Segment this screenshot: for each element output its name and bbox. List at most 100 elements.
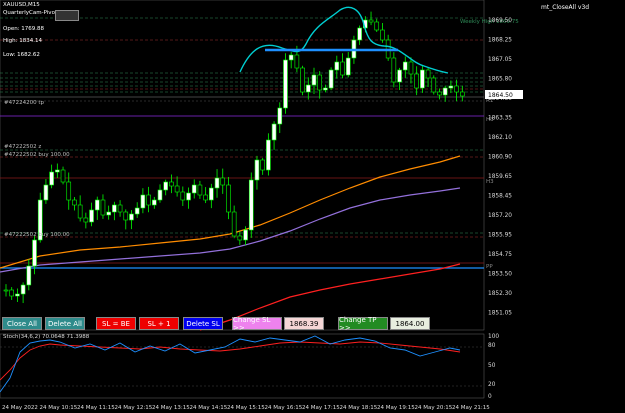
candle-body <box>243 229 248 241</box>
candle-body <box>454 85 459 93</box>
candle-body <box>197 184 203 196</box>
candle-body <box>66 181 72 201</box>
candle-body <box>317 74 323 91</box>
candle-body <box>32 239 37 267</box>
change-tp-button[interactable]: Change TP >> <box>338 316 388 332</box>
price-chart[interactable]: Weekly High 1869.75 R1 H3 H3 PP #4722250… <box>0 0 625 413</box>
candle-body <box>402 61 408 71</box>
candle-body <box>60 169 66 183</box>
candle-body <box>283 59 288 109</box>
price-tick-label: 1865.80 <box>488 77 512 83</box>
candle-body <box>83 217 89 223</box>
high-label: High: 1834.14 <box>3 38 42 44</box>
candle-body <box>311 74 317 86</box>
time-tick-label: 24 May 21:15 <box>452 405 490 411</box>
candle-body <box>448 85 454 89</box>
tp-value-field[interactable]: 1864.00 <box>390 317 430 330</box>
candle-body <box>391 57 397 83</box>
candle-body <box>368 19 374 23</box>
candle-body <box>43 184 49 201</box>
price-tick-label: 1869.50 <box>488 18 512 24</box>
candle-body <box>271 123 277 141</box>
candle-body <box>300 67 305 93</box>
candle-body <box>26 265 32 286</box>
candle-body <box>414 73 419 89</box>
candle-body <box>169 181 174 187</box>
current-price-label: 1864.50 <box>488 92 513 99</box>
time-tick-label: 24 May 16:15 <box>265 405 303 411</box>
candle-body <box>94 199 100 211</box>
candle-body <box>214 177 220 189</box>
indicator-button[interactable] <box>55 10 79 21</box>
time-tick-label: 24 May 19:15 <box>377 405 415 411</box>
candle-body <box>123 211 129 221</box>
price-tick-label: 1863.35 <box>488 116 512 122</box>
stoch-tick-label: 100 <box>488 334 499 340</box>
pp-label: PP <box>486 264 493 270</box>
price-axis: 1869.50 1868.25 1867.05 1865.80 1864.50 1863.… <box>488 18 512 317</box>
order-line-1: #47222502 z <box>4 144 41 150</box>
candle-body <box>248 179 254 231</box>
candle-body <box>157 189 163 201</box>
order-line-3: #47222502 buy 100.00 <box>4 232 70 238</box>
candle-body <box>459 91 465 97</box>
candle-body <box>9 289 15 297</box>
candle-body <box>345 57 351 76</box>
low-label: Low: 1682.62 <box>3 52 40 58</box>
delete-sl-button[interactable]: Delete SL <box>183 317 223 330</box>
time-tick-label: 24 May 15:15 <box>227 405 265 411</box>
candle-body <box>151 199 157 206</box>
price-tick-label: 1855.95 <box>488 233 512 239</box>
sl-value-field[interactable]: 1868.39 <box>284 317 324 330</box>
candle-body <box>431 77 437 93</box>
candle-body <box>77 204 83 219</box>
candle-body <box>328 69 334 89</box>
stoch-label: Stoch(34,6,2) 70.0648 71.3988 <box>3 334 90 340</box>
candle-body <box>254 159 260 181</box>
open-label: Open: 1769.88 <box>3 26 45 32</box>
candle-body <box>134 207 140 215</box>
sl-plus1-button[interactable]: SL + 1 <box>139 317 179 330</box>
candle-body <box>140 194 146 209</box>
time-tick-label: 24 May 20:15 <box>415 405 453 411</box>
candle-body <box>305 84 311 93</box>
candle-body <box>209 187 214 201</box>
price-tick-label: 1854.75 <box>488 252 512 258</box>
candle-body <box>203 194 208 201</box>
candle-body <box>20 284 26 295</box>
time-tick-label: 24 May 2022 <box>2 405 38 411</box>
close-all-button[interactable]: Close All <box>2 317 42 330</box>
time-tick-label: 24 May 14:15 <box>190 405 228 411</box>
change-sl-button[interactable]: Change SL >> <box>232 316 282 332</box>
time-tick-label: 24 May 10:15 <box>40 405 78 411</box>
candle-body <box>231 211 237 237</box>
price-tick-label: 1858.45 <box>488 194 512 200</box>
candle-body <box>117 204 123 213</box>
stoch-tick-label: 0 <box>488 394 492 400</box>
stoch-tick-label: 20 <box>488 382 496 388</box>
price-tick-label: 1851.05 <box>488 311 512 317</box>
candle-body <box>106 211 111 216</box>
candle-body <box>442 87 448 96</box>
candle-body <box>323 87 328 91</box>
candle-body <box>55 169 60 173</box>
time-tick-label: 24 May 12:15 <box>115 405 153 411</box>
price-tick-label: 1868.25 <box>488 38 512 44</box>
candle-body <box>226 184 231 213</box>
candle-body <box>49 171 54 186</box>
price-tick-label: 1867.05 <box>488 57 512 63</box>
price-tick-label: 1857.20 <box>488 213 512 219</box>
candle-body <box>191 184 197 194</box>
price-tick-label: 1853.50 <box>488 272 512 278</box>
delete-all-button[interactable]: Delete All <box>45 317 85 330</box>
time-tick-label: 24 May 17:15 <box>302 405 340 411</box>
stoch-axis: 100 80 50 20 0 <box>488 334 499 400</box>
candle-body <box>425 69 431 79</box>
candle-body <box>357 27 362 41</box>
sl-be-button[interactable]: SL = BE <box>96 317 136 330</box>
ea-label: mt_CloseAll v3d <box>541 4 590 11</box>
candle-body <box>180 191 186 201</box>
candle-body <box>72 199 77 206</box>
candle-body <box>100 199 106 216</box>
order-line-2: #47222502 buy 100.00 <box>4 152 70 158</box>
